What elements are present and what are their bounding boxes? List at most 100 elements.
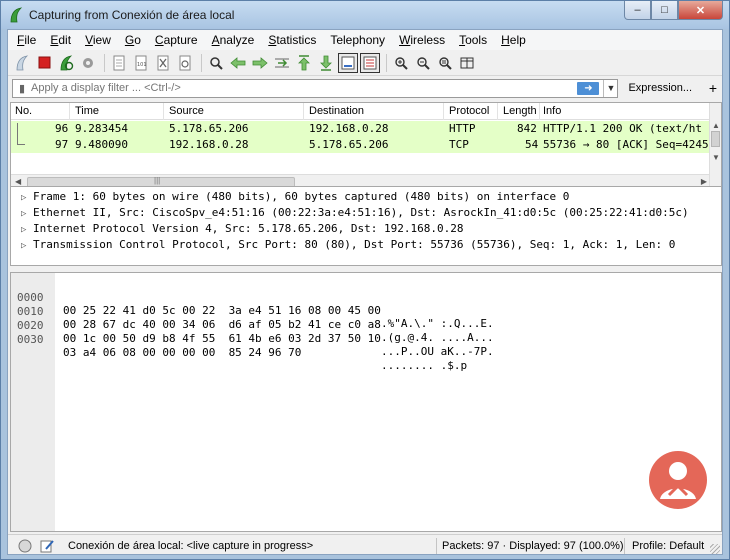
packet-no: 96: [55, 122, 69, 135]
arrow-right-icon: [252, 56, 268, 69]
autoscroll-toggle[interactable]: [338, 52, 358, 73]
menu-go[interactable]: Go: [118, 30, 148, 50]
hex-bytes[interactable]: 00 25 22 41 d0 5c 00 22 3a e4 51 16 08 0…: [63, 304, 381, 317]
hex-bytes[interactable]: 00 28 67 dc 40 00 34 06 d6 af 05 b2 41 c…: [63, 318, 381, 331]
packet-list-vertical-scrollbar[interactable]: ▲ ▼: [709, 103, 721, 189]
menu-wireless[interactable]: Wireless: [392, 30, 452, 50]
go-last-packet-button[interactable]: [316, 53, 336, 73]
conversation-bracket-end: [17, 144, 25, 145]
expand-triangle-icon[interactable]: ▷: [21, 193, 33, 203]
status-profile[interactable]: Profile: Default: [632, 540, 704, 552]
hex-row: 0000 00 25 22 41 d0 5c 00 22 3a e4 51 16…: [11, 278, 494, 330]
menu-analyze[interactable]: Analyze: [205, 30, 262, 50]
save-file-button[interactable]: 101: [131, 53, 151, 73]
status-bar: Conexión de área local: <live capture in…: [8, 534, 722, 554]
go-forward-button[interactable]: [250, 53, 270, 73]
go-to-packet-button[interactable]: [272, 53, 292, 73]
column-divider: [303, 103, 304, 120]
column-header-protocol[interactable]: Protocol: [449, 105, 489, 117]
menu-telephony[interactable]: Telephony: [323, 30, 392, 50]
packet-protocol: TCP: [449, 138, 469, 151]
column-header-length[interactable]: Length: [503, 105, 537, 117]
minimize-button[interactable]: –: [624, 1, 651, 20]
apply-filter-button[interactable]: ➜: [577, 81, 600, 95]
vertical-scroll-thumb[interactable]: [711, 131, 720, 147]
minimize-icon: –: [634, 4, 641, 16]
open-file-button[interactable]: [109, 53, 129, 73]
column-header-info[interactable]: Info: [543, 105, 561, 117]
column-header-source[interactable]: Source: [169, 105, 204, 117]
wireshark-fin-icon: [10, 7, 23, 23]
zoom-in-icon: [395, 56, 408, 70]
detail-ipv4[interactable]: ▷ Internet Protocol Version 4, Src: 5.178…: [21, 222, 463, 235]
find-packet-button[interactable]: [206, 53, 226, 73]
expand-triangle-icon[interactable]: ▷: [21, 209, 33, 219]
packet-destination: 5.178.65.206: [309, 138, 389, 151]
hex-ascii[interactable]: ........ .$.p: [381, 359, 467, 372]
stop-capture-button[interactable]: [34, 53, 54, 73]
capture-options-button[interactable]: [78, 53, 98, 73]
hex-bytes[interactable]: 03 a4 06 08 00 00 00 00 85 24 96 70: [63, 346, 301, 359]
grip-icon: |||: [154, 176, 161, 185]
title-bar: Capturing from Conexión de área local – …: [1, 1, 729, 29]
menu-wireless-accel: W: [399, 33, 411, 47]
add-filter-button[interactable]: +: [704, 80, 722, 96]
hex-row: 0010 00 28 67 dc 40 00 34 06 d6 af 05 b2…: [11, 292, 494, 344]
filter-history-dropdown[interactable]: ▼: [603, 79, 617, 97]
restart-capture-button[interactable]: [56, 53, 76, 73]
capture-comment-icon[interactable]: [40, 539, 54, 553]
toolbar-separator: [386, 53, 387, 72]
expert-info-icon[interactable]: [18, 539, 32, 553]
detail-ethernet[interactable]: ▷ Ethernet II, Src: CiscoSpv_e4:51:16 (00…: [21, 206, 689, 219]
normal-size-button[interactable]: [435, 53, 455, 73]
scroll-up-icon[interactable]: ▲: [712, 121, 720, 130]
menu-view[interactable]: View: [78, 30, 118, 50]
display-filter-input[interactable]: [31, 80, 578, 96]
packet-protocol: HTTP: [449, 122, 476, 135]
resize-columns-button[interactable]: [457, 53, 477, 73]
reload-icon: [179, 55, 191, 70]
start-capture-button[interactable]: [12, 53, 32, 73]
menu-file[interactable]: File: [10, 30, 43, 50]
menu-tools[interactable]: Tools: [452, 30, 494, 50]
expression-button[interactable]: Expression...: [622, 79, 698, 98]
colorize-toggle[interactable]: [360, 52, 380, 73]
main-client-area: File Edit View Go Capture Analyze Statis…: [7, 29, 723, 555]
menu-capture-label: apture: [163, 33, 198, 47]
bookmark-icon[interactable]: ▮: [13, 82, 31, 95]
packet-row[interactable]: 97 9.480090 192.168.0.28 5.178.65.206 TC…: [11, 137, 711, 153]
close-icon: ✕: [695, 4, 706, 17]
column-header-no[interactable]: No.: [15, 105, 32, 117]
column-header-destination[interactable]: Destination: [309, 105, 364, 117]
menu-capture[interactable]: Capture: [148, 30, 205, 50]
expand-triangle-icon[interactable]: ▷: [21, 225, 33, 235]
menu-statistics[interactable]: Statistics: [261, 30, 323, 50]
menu-edit[interactable]: Edit: [43, 30, 78, 50]
column-header-time[interactable]: Time: [75, 105, 99, 117]
close-file-button[interactable]: [153, 53, 173, 73]
reload-file-button[interactable]: [175, 53, 195, 73]
arrow-left-icon: [230, 56, 246, 69]
hex-ascii[interactable]: .%"A.\." :.Q...E.: [381, 317, 494, 330]
close-button[interactable]: ✕: [678, 1, 723, 20]
hex-ascii[interactable]: .(g.@.4. ....A...: [381, 331, 494, 344]
zoom-in-button[interactable]: [391, 53, 411, 73]
hex-bytes[interactable]: 00 1c 00 50 d9 b8 4f 55 61 4b e6 03 2d 3…: [63, 332, 381, 345]
scroll-right-icon[interactable]: ▶: [701, 177, 707, 186]
hex-ascii[interactable]: ...P..OU aK..-7P.: [381, 345, 494, 358]
resize-columns-icon: [460, 57, 474, 68]
detail-ethernet-text: Ethernet II, Src: CiscoSpv_e4:51:16 (00:…: [33, 206, 689, 219]
zoom-out-button[interactable]: [413, 53, 433, 73]
detail-tcp[interactable]: ▷ Transmission Control Protocol, Src Port…: [21, 238, 675, 251]
expand-triangle-icon[interactable]: ▷: [21, 241, 33, 251]
go-back-button[interactable]: [228, 53, 248, 73]
scroll-down-icon[interactable]: ▼: [712, 153, 720, 162]
go-first-packet-button[interactable]: [294, 53, 314, 73]
packet-length: 54: [525, 138, 539, 151]
maximize-button[interactable]: □: [651, 1, 678, 20]
resize-grip-icon[interactable]: [710, 544, 720, 554]
detail-frame[interactable]: ▷ Frame 1: 60 bytes on wire (480 bits), 6…: [21, 190, 569, 203]
scroll-left-icon[interactable]: ◀: [15, 177, 21, 186]
packet-row[interactable]: 96 9.283454 5.178.65.206 192.168.0.28 HT…: [11, 121, 711, 137]
menu-help[interactable]: Help: [494, 30, 533, 50]
